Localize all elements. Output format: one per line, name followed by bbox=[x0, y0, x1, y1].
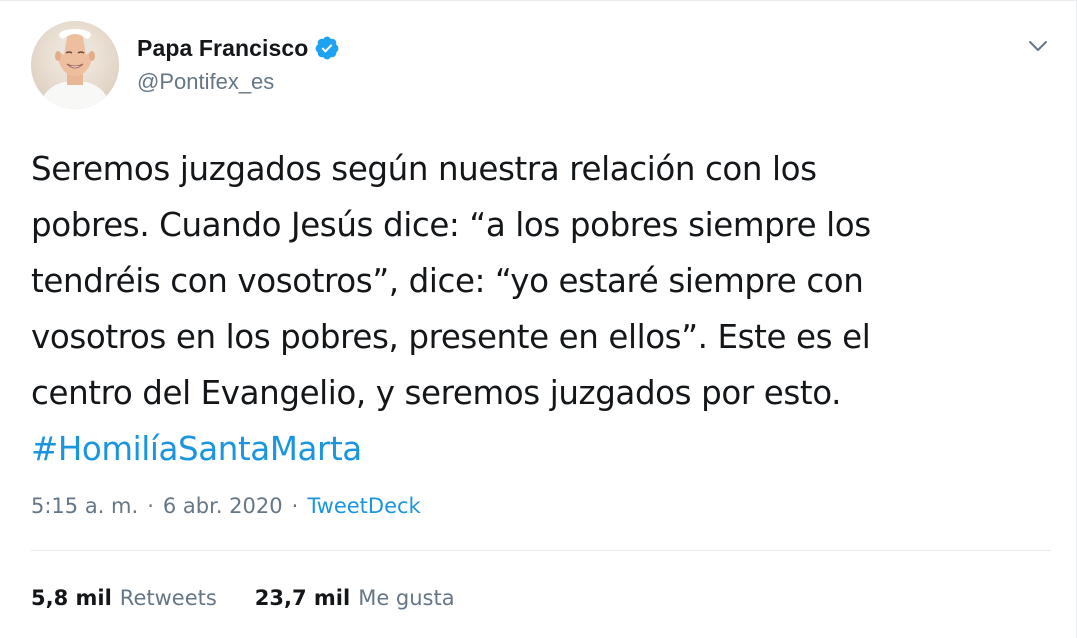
tweet-text-line: pobres. Cuando Jesús dice: “a los pobres… bbox=[31, 206, 871, 244]
avatar[interactable] bbox=[31, 21, 119, 109]
tweet-stats: 5,8 mil Retweets 23,7 mil Me gusta bbox=[31, 581, 455, 615]
tweet-time[interactable]: 5:15 a. m. bbox=[31, 494, 138, 518]
author-handle[interactable]: @Pontifex_es bbox=[137, 69, 274, 95]
tweet-source-link[interactable]: TweetDeck bbox=[307, 494, 420, 518]
hashtag-link[interactable]: #HomilíaSantaMarta bbox=[31, 430, 362, 468]
tweet-meta: 5:15 a. m. · 6 abr. 2020 · TweetDeck bbox=[31, 489, 421, 523]
retweets-label: Retweets bbox=[119, 586, 217, 610]
tweet-card: Papa Francisco @Pontifex_es Seremos juzg… bbox=[0, 0, 1077, 638]
divider bbox=[31, 550, 1051, 551]
likes-label: Me gusta bbox=[358, 586, 455, 610]
author-display-name[interactable]: Papa Francisco bbox=[137, 35, 308, 62]
tweet-text: Seremos juzgados según nuestra relación … bbox=[31, 141, 1051, 477]
tweet-text-line: tendréis con vosotros”, dice: “yo estaré… bbox=[31, 262, 864, 300]
retweets-count: 5,8 mil bbox=[31, 586, 112, 610]
tweet-date[interactable]: 6 abr. 2020 bbox=[163, 494, 283, 518]
meta-separator: · bbox=[291, 494, 299, 518]
chevron-down-icon[interactable] bbox=[1023, 31, 1053, 61]
avatar-image bbox=[31, 21, 119, 109]
likes-stat[interactable]: 23,7 mil Me gusta bbox=[255, 586, 455, 610]
tweet-text-line: vosotros en los pobres, presente en ello… bbox=[31, 318, 871, 356]
author-name-row: Papa Francisco bbox=[137, 31, 340, 65]
likes-count: 23,7 mil bbox=[254, 586, 351, 610]
meta-separator: · bbox=[147, 494, 154, 518]
retweets-stat[interactable]: 5,8 mil Retweets bbox=[31, 586, 217, 610]
tweet-text-line: centro del Evangelio, y seremos juzgados… bbox=[31, 374, 842, 412]
tweet-text-line: Seremos juzgados según nuestra relación … bbox=[31, 150, 817, 188]
verified-badge-icon bbox=[314, 35, 340, 61]
